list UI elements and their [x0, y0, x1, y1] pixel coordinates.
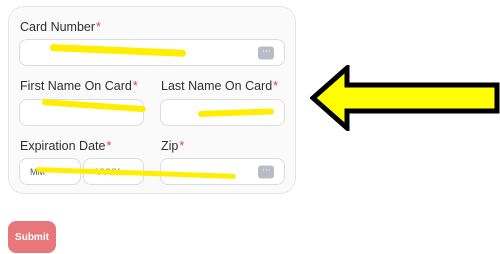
first-name-field[interactable] [19, 99, 144, 126]
zip-label-text: Zip [161, 139, 179, 153]
expiration-month-input[interactable] [20, 159, 80, 184]
payment-card-form: Card Number* ··· First Name On Card* Las… [8, 6, 296, 194]
required-mark: * [179, 139, 185, 153]
zip-label: Zip* [161, 139, 184, 153]
first-name-label-text: First Name On Card [20, 79, 132, 93]
expiration-month-field[interactable] [19, 158, 81, 185]
first-name-input[interactable] [20, 100, 143, 125]
card-number-input[interactable] [20, 40, 284, 65]
card-number-field[interactable]: ··· [19, 39, 285, 66]
expiration-year-field[interactable] [83, 158, 144, 185]
last-name-label-text: Last Name On Card [161, 79, 273, 93]
required-mark: * [106, 139, 112, 153]
more-horizontal-icon[interactable]: ··· [258, 46, 274, 59]
page: Card Number* ··· First Name On Card* Las… [0, 0, 500, 254]
card-number-label-text: Card Number [20, 20, 96, 34]
card-number-label: Card Number* [20, 20, 101, 34]
last-name-field[interactable] [160, 99, 285, 126]
zip-field[interactable]: ··· [160, 158, 285, 185]
required-mark: * [273, 79, 279, 93]
submit-button[interactable]: Submit [8, 221, 56, 253]
expiration-year-input[interactable] [84, 159, 143, 184]
required-mark: * [132, 79, 138, 93]
first-name-label: First Name On Card* [20, 79, 138, 93]
expiration-date-label-text: Expiration Date [20, 139, 106, 153]
required-mark: * [96, 20, 101, 34]
expiration-date-label: Expiration Date* [20, 139, 111, 153]
last-name-label: Last Name On Card* [161, 79, 278, 93]
more-horizontal-icon[interactable]: ··· [258, 165, 274, 178]
last-name-input[interactable] [161, 100, 284, 125]
left-arrow-icon [310, 65, 500, 131]
